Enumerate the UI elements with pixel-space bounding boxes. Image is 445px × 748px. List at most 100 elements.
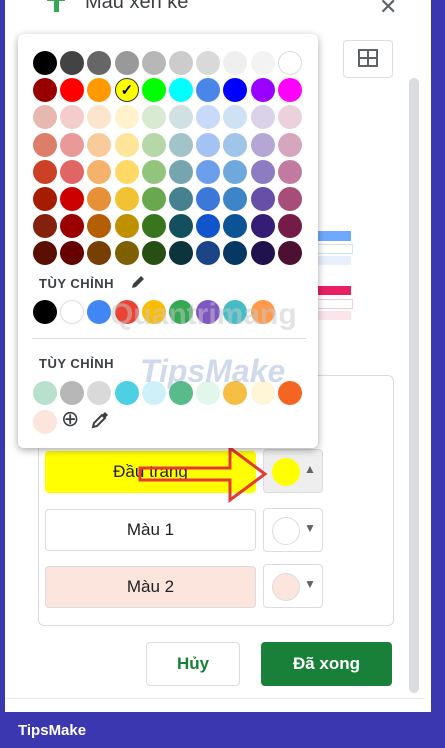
palette-swatch[interactable] (250, 132, 275, 157)
scrollbar-thumb[interactable] (409, 78, 419, 693)
palette-swatch[interactable] (196, 105, 221, 130)
palette-swatch[interactable] (277, 214, 302, 239)
eyedropper-icon[interactable] (90, 410, 110, 430)
palette-swatch[interactable] (223, 214, 248, 239)
custom-swatch[interactable] (141, 381, 166, 405)
palette-swatch[interactable] (60, 214, 85, 239)
close-icon[interactable]: ✕ (379, 0, 397, 20)
done-button[interactable]: Đã xong (261, 642, 392, 686)
palette-swatch[interactable] (33, 159, 57, 184)
style-preview-blue[interactable] (317, 231, 351, 241)
palette-swatch[interactable] (141, 214, 166, 239)
palette-swatch[interactable] (196, 241, 221, 266)
palette-swatch[interactable] (33, 51, 57, 75)
palette-swatch[interactable] (60, 51, 85, 75)
palette-swatch[interactable] (141, 78, 166, 103)
palette-swatch[interactable] (196, 132, 221, 157)
palette-swatch[interactable] (196, 159, 221, 184)
add-color-icon[interactable]: ⊕ (61, 407, 79, 431)
palette-swatch[interactable] (87, 132, 112, 157)
palette-swatch[interactable] (196, 187, 221, 211)
palette-swatch[interactable] (169, 51, 193, 75)
palette-swatch[interactable] (87, 105, 112, 130)
palette-swatch[interactable] (33, 187, 57, 211)
palette-swatch[interactable] (60, 78, 85, 103)
palette-swatch[interactable] (250, 159, 275, 184)
custom-swatch[interactable] (114, 381, 139, 405)
table-style-button[interactable] (343, 40, 393, 78)
palette-swatch[interactable] (60, 187, 85, 211)
color-2-dropdown[interactable]: ▼ (263, 564, 323, 608)
palette-swatch[interactable] (196, 214, 221, 239)
palette-swatch[interactable] (87, 214, 112, 239)
palette-swatch[interactable] (33, 214, 57, 239)
palette-swatch[interactable] (223, 51, 248, 75)
custom-swatch[interactable] (60, 381, 85, 405)
palette-swatch[interactable] (60, 241, 85, 266)
palette-swatch[interactable] (60, 159, 85, 184)
palette-swatch[interactable] (250, 214, 275, 239)
palette-swatch[interactable] (277, 187, 302, 211)
palette-swatch[interactable] (114, 132, 139, 157)
palette-swatch[interactable] (277, 241, 302, 266)
palette-swatch[interactable] (141, 51, 166, 75)
custom-swatch[interactable] (87, 381, 112, 405)
palette-swatch[interactable] (141, 105, 166, 130)
custom-swatch[interactable] (250, 381, 275, 405)
theme-swatch[interactable] (250, 300, 275, 324)
palette-swatch[interactable] (250, 78, 275, 103)
palette-swatch[interactable]: ✓ (114, 78, 139, 103)
palette-swatch[interactable] (277, 132, 302, 157)
palette-swatch[interactable] (223, 78, 248, 103)
custom-swatch[interactable] (33, 410, 57, 434)
palette-swatch[interactable] (250, 51, 275, 75)
palette-swatch[interactable] (277, 51, 302, 75)
palette-swatch[interactable] (87, 159, 112, 184)
palette-swatch[interactable] (196, 78, 221, 103)
palette-swatch[interactable] (141, 159, 166, 184)
theme-swatch[interactable] (114, 300, 139, 324)
palette-swatch[interactable] (87, 241, 112, 266)
palette-swatch[interactable] (277, 105, 302, 130)
custom-swatch[interactable] (169, 381, 193, 405)
palette-swatch[interactable] (141, 241, 166, 266)
color-1-dropdown[interactable]: ▼ (263, 508, 323, 552)
theme-swatch[interactable] (196, 300, 221, 324)
palette-swatch[interactable] (114, 105, 139, 130)
theme-swatch[interactable] (33, 300, 57, 324)
custom-swatch[interactable] (33, 381, 57, 405)
palette-swatch[interactable] (169, 214, 193, 239)
palette-swatch[interactable] (250, 105, 275, 130)
palette-swatch[interactable] (114, 241, 139, 266)
palette-swatch[interactable] (169, 78, 193, 103)
palette-swatch[interactable] (33, 241, 57, 266)
theme-swatch[interactable] (60, 300, 85, 324)
palette-swatch[interactable] (169, 105, 193, 130)
theme-swatch[interactable] (223, 300, 248, 324)
palette-swatch[interactable] (277, 159, 302, 184)
palette-swatch[interactable] (250, 187, 275, 211)
palette-swatch[interactable] (223, 132, 248, 157)
palette-swatch[interactable] (169, 132, 193, 157)
pencil-icon[interactable] (130, 274, 146, 290)
palette-swatch[interactable] (33, 132, 57, 157)
palette-swatch[interactable] (87, 78, 112, 103)
palette-swatch[interactable] (141, 132, 166, 157)
palette-swatch[interactable] (114, 51, 139, 75)
palette-swatch[interactable] (114, 214, 139, 239)
palette-swatch[interactable] (114, 187, 139, 211)
palette-swatch[interactable] (60, 105, 85, 130)
palette-swatch[interactable] (250, 241, 275, 266)
theme-swatch[interactable] (87, 300, 112, 324)
palette-swatch[interactable] (277, 78, 302, 103)
cancel-button[interactable]: Hủy (146, 642, 240, 686)
palette-swatch[interactable] (169, 241, 193, 266)
palette-swatch[interactable] (169, 187, 193, 211)
palette-swatch[interactable] (87, 187, 112, 211)
palette-swatch[interactable] (33, 78, 57, 103)
theme-swatch[interactable] (169, 300, 193, 324)
color-1-button[interactable]: Màu 1 (45, 509, 256, 551)
style-preview-pink[interactable] (317, 286, 351, 295)
palette-swatch[interactable] (169, 159, 193, 184)
palette-swatch[interactable] (60, 132, 85, 157)
